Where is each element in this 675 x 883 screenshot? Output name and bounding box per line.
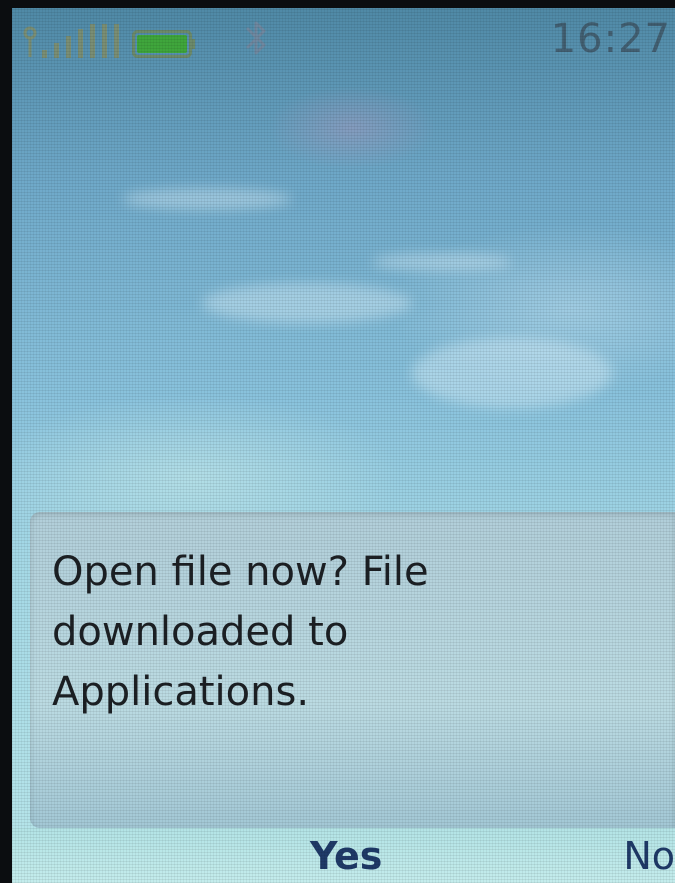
wallpaper-streak (412, 338, 612, 408)
no-button[interactable]: No (623, 834, 675, 878)
wallpaper-streak (202, 283, 412, 323)
signal-strength-icon (23, 24, 119, 58)
yes-button[interactable]: Yes (310, 834, 382, 878)
dialog-message: Open file now? File downloaded to Applic… (52, 549, 429, 715)
wallpaper-streak (122, 188, 292, 210)
phone-screen: 16:27 Open file now? File downloaded to … (12, 8, 675, 883)
clock: 16:27 (550, 16, 671, 62)
bluetooth-icon (246, 21, 266, 55)
wallpaper-streak (372, 253, 512, 271)
battery-icon (132, 30, 195, 58)
confirmation-dialog: Open file now? File downloaded to Applic… (30, 512, 675, 828)
status-bar: 16:27 (12, 8, 675, 70)
softkey-bar: Yes No (12, 828, 675, 883)
